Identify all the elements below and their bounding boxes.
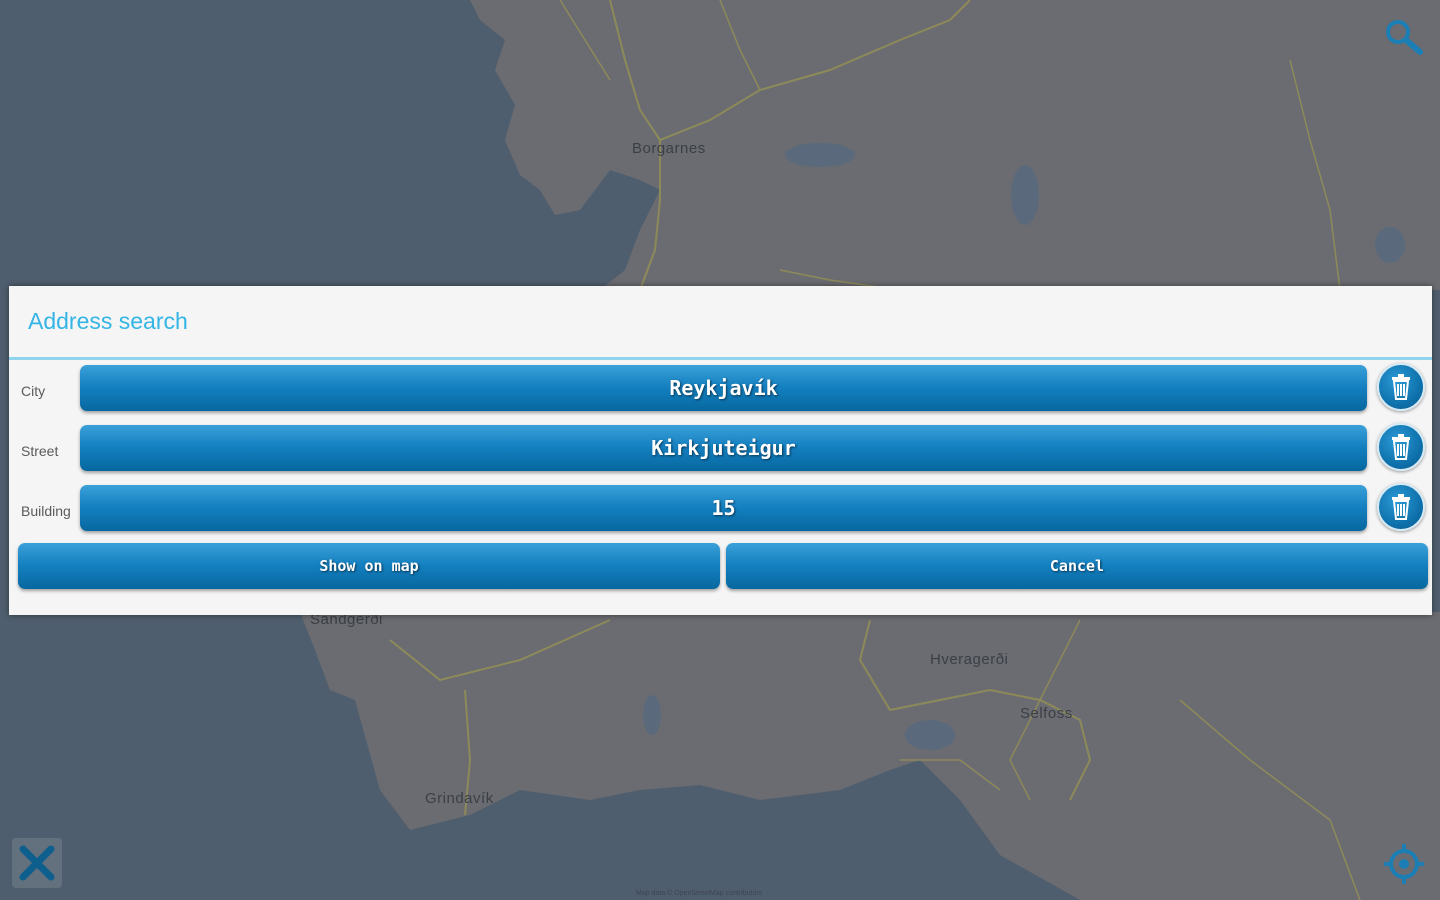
map-label-selfoss: Selfoss (1020, 705, 1073, 722)
locate-button[interactable] (1380, 840, 1428, 888)
city-label: City (21, 383, 46, 399)
magnifier-icon (1386, 20, 1423, 55)
street-label: Street (21, 443, 59, 459)
clear-city-button[interactable] (1377, 363, 1425, 411)
map-label-hveragerdi: Hveragerði (930, 651, 1009, 668)
trash-icon (1392, 434, 1410, 460)
trash-icon (1392, 494, 1410, 520)
close-x-icon (19, 845, 55, 881)
search-button[interactable] (1378, 12, 1430, 64)
map-attribution: Map data © OpenStreetMap contributors (636, 890, 763, 897)
address-search-dialog: Address search City Reykjavík Street Kir… (9, 286, 1432, 615)
building-field[interactable]: 15 (80, 485, 1367, 531)
gps-target-icon (1384, 844, 1424, 884)
clear-building-button[interactable] (1377, 483, 1425, 531)
title-divider (9, 357, 1432, 360)
close-button[interactable] (12, 838, 62, 888)
dialog-title: Address search (28, 308, 188, 334)
map-label-borgarnes: Borgarnes (632, 140, 706, 157)
cancel-button[interactable]: Cancel (726, 543, 1428, 589)
street-field[interactable]: Kirkjuteigur (80, 425, 1367, 471)
trash-icon (1392, 374, 1410, 400)
map-label-grindavik: Grindavík (425, 790, 494, 807)
city-field[interactable]: Reykjavík (80, 365, 1367, 411)
show-on-map-button[interactable]: Show on map (18, 543, 720, 589)
building-label: Building (21, 503, 71, 519)
clear-street-button[interactable] (1377, 423, 1425, 471)
